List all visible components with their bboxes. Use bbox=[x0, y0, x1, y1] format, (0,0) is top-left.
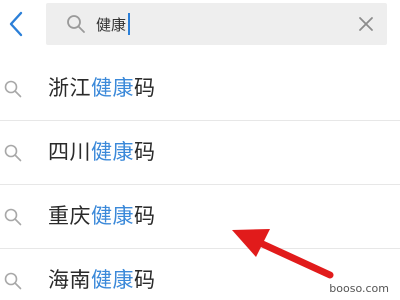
suggestion-item[interactable]: 重庆健康码 bbox=[0, 185, 400, 249]
search-icon bbox=[4, 144, 22, 162]
suggestion-match: 健康 bbox=[91, 76, 134, 100]
suggestion-prefix: 重庆 bbox=[48, 204, 91, 228]
suggestion-item[interactable]: 四川健康码 bbox=[0, 121, 400, 185]
search-icon bbox=[4, 80, 22, 98]
search-screen: 健康 浙江健康码 四川健康码 重庆健康码 海南健康码 booso.com bbox=[0, 0, 400, 300]
search-icon bbox=[66, 14, 86, 34]
search-icon bbox=[4, 208, 22, 226]
back-button[interactable] bbox=[2, 6, 30, 42]
suggestion-prefix: 海南 bbox=[48, 268, 91, 292]
suggestion-match: 健康 bbox=[91, 140, 134, 164]
suggestion-text: 海南健康码 bbox=[48, 266, 156, 294]
suggestion-item[interactable]: 浙江健康码 bbox=[0, 57, 400, 121]
clear-search-button[interactable] bbox=[357, 15, 375, 33]
search-box[interactable]: 健康 bbox=[46, 3, 387, 45]
suggestion-match: 健康 bbox=[91, 204, 134, 228]
suggestion-text: 四川健康码 bbox=[48, 138, 156, 166]
suggestion-text: 浙江健康码 bbox=[48, 74, 156, 102]
suggestion-suffix: 码 bbox=[134, 140, 156, 164]
close-icon bbox=[359, 17, 373, 31]
suggestion-match: 健康 bbox=[91, 268, 134, 292]
search-input-value: 健康 bbox=[96, 15, 127, 34]
suggestion-text: 重庆健康码 bbox=[48, 202, 156, 230]
search-icon bbox=[4, 272, 22, 290]
search-input[interactable]: 健康 bbox=[96, 11, 336, 37]
suggestion-list: 浙江健康码 四川健康码 重庆健康码 海南健康码 bbox=[0, 57, 400, 300]
suggestion-prefix: 四川 bbox=[48, 140, 91, 164]
chevron-left-icon bbox=[9, 11, 23, 37]
text-cursor bbox=[128, 13, 131, 35]
suggestion-suffix: 码 bbox=[134, 76, 156, 100]
watermark: booso.com bbox=[326, 281, 392, 296]
arrow-icon bbox=[232, 229, 334, 279]
search-header: 健康 bbox=[0, 0, 400, 52]
suggestion-suffix: 码 bbox=[134, 204, 156, 228]
suggestion-suffix: 码 bbox=[134, 268, 156, 292]
suggestion-prefix: 浙江 bbox=[48, 76, 91, 100]
